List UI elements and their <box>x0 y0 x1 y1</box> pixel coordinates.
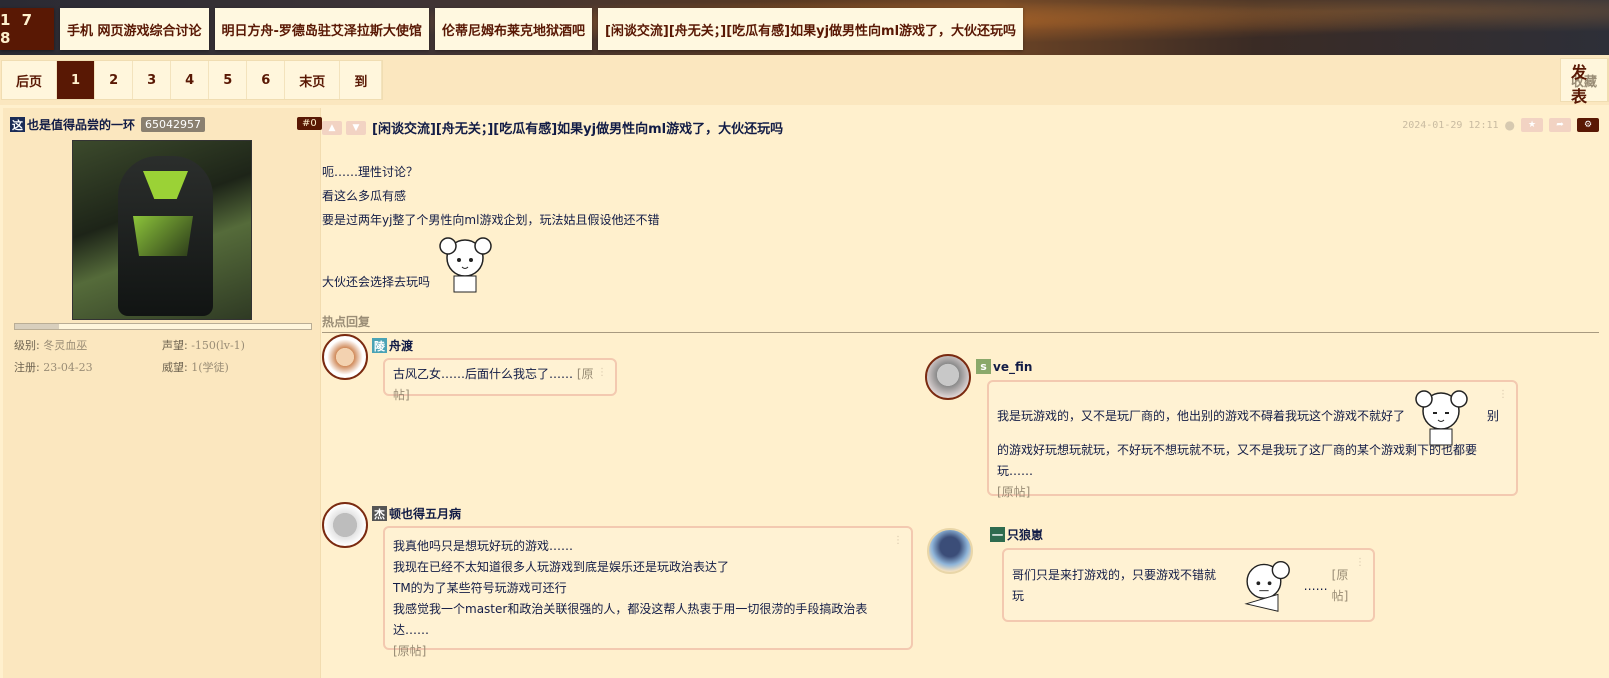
reply-author[interactable]: 杰 顿也得五月病 <box>372 505 461 522</box>
breadcrumb-item[interactable]: [闲谈交流][舟无关；][吃瓜有感]如果yj做男性向ml游戏了，大伙还玩吗 <box>597 8 1024 50</box>
page-button-4[interactable]: 4 <box>171 61 210 99</box>
fame-label: 声望: <box>162 339 188 352</box>
reply-text: 哥们只是来打游戏的，只要游戏不错就玩 <box>1012 568 1217 603</box>
reply-author[interactable]: 陵 舟渡 <box>372 337 413 354</box>
thumbs-down-icon[interactable]: ▼ <box>346 120 366 135</box>
author-line: 这 也是值得品尝的一环 65042957 <box>10 116 206 133</box>
more-options-icon[interactable]: ⋮ <box>1355 552 1365 573</box>
level-value: 冬灵血巫 <box>43 339 88 352</box>
fame-value: -150(lv-1) <box>191 339 245 352</box>
breadcrumb: 1 7 8 手机 网页游戏综合讨论 明日方舟-罗德岛驻艾泽拉斯大使馆 伦蒂尼姆布… <box>0 8 1024 50</box>
reply-text: 我感觉我一个master和政治关联很强的人，都没这帮人热衷于用一切很涝的手段搞政… <box>393 602 868 637</box>
goto-page-button[interactable]: 到 <box>340 61 383 99</box>
thumbs-up-icon[interactable]: ▲ <box>322 120 342 135</box>
author-stats: 级别: 冬灵血巫 声望: -150(lv-1) 注册: 23-04-23 威望:… <box>14 334 314 378</box>
pager-bar: 后页 1 2 3 4 5 6 末页 到 收藏 发表回复 <box>0 55 1609 154</box>
share-icon[interactable]: ➦ <box>1549 118 1571 132</box>
android-icon: ● <box>1504 118 1515 132</box>
topic-actions: 收藏 发表回复 <box>1559 58 1609 154</box>
avatar[interactable] <box>927 528 973 574</box>
page-button-5[interactable]: 5 <box>209 61 248 99</box>
author-badge: 这 <box>10 117 25 132</box>
avatar[interactable] <box>72 140 252 320</box>
sticker-icon <box>1228 557 1300 615</box>
reply-author-name: 舟渡 <box>389 339 414 353</box>
reg-value: 23-04-23 <box>43 361 93 374</box>
reply-text: 我是玩游戏的，又不是玩厂商的，他出别的游戏不碍着我玩这个游戏不就好了 <box>997 408 1406 423</box>
post-title: [闲谈交流][舟无关；][吃瓜有感]如果yj做男性向ml游戏了，大伙还玩吗 <box>372 122 784 137</box>
level-progress-bar <box>14 323 312 330</box>
page-button-6[interactable]: 6 <box>247 61 286 99</box>
reply-author-badge: 杰 <box>372 506 387 521</box>
reply-author-name: 只狼崽 <box>1007 528 1044 542</box>
avatar-chest <box>133 216 193 256</box>
post-line: 大伙还会选择去玩吗 <box>322 275 431 289</box>
title-row: ▲ ▼ [闲谈交流][舟无关；][吃瓜有感]如果yj做男性向ml游戏了，大伙还玩… <box>322 118 783 137</box>
reply-author[interactable]: s ve_fin <box>976 359 1032 374</box>
main-post: 这 也是值得品尝的一环 65042957 #0 级别: 冬灵血巫 声望: -15… <box>0 108 1609 678</box>
avatar[interactable] <box>322 502 368 548</box>
reply-author-badge: s <box>976 359 991 374</box>
avatar[interactable] <box>322 334 368 380</box>
level-label: 级别: <box>14 339 40 352</box>
prev-page-button[interactable]: 后页 <box>2 61 58 99</box>
level-progress-fill <box>15 324 60 329</box>
reply-text: 别 <box>1487 408 1500 423</box>
reply-author-badge: 一 <box>990 527 1005 542</box>
reply-text: 我现在已经不太知道很多人玩游戏到底是娱乐还是玩政治表达了 <box>393 560 730 574</box>
post-line: 呃……理性讨论？ <box>322 165 419 179</box>
reply-bubble: 古风乙女……后面什么我忘了…… [原帖] ⋮ <box>383 358 617 402</box>
reply-author-badge: 陵 <box>372 338 387 353</box>
original-post-link[interactable]: [原帖] <box>997 482 1508 503</box>
page-button-2[interactable]: 2 <box>95 61 134 99</box>
reply-bubble: 我是玩游戏的，又不是玩厂商的，他出别的游戏不碍着我玩这个游戏不就好了 别 的游戏… <box>987 380 1518 499</box>
reply-author-name: 顿也得五月病 <box>389 507 462 521</box>
gear-icon[interactable]: ⚙ <box>1577 118 1599 132</box>
post-date: 2024-01-29 12:11 <box>1402 119 1499 131</box>
post-line: 看这么多瓜有感 <box>322 189 407 203</box>
reply-bubble: 哥们只是来打游戏的，只要游戏不错就玩 …… [原帖] ⋮ <box>1002 548 1375 622</box>
reply-text: TM的为了某些符号玩游戏可还行 <box>393 581 567 595</box>
reply-text: 我真他吗只是想玩好玩的游戏…… <box>393 539 574 553</box>
pagination: 后页 1 2 3 4 5 6 末页 到 <box>1 60 384 100</box>
post-meta: 2024-01-29 12:11 ● ★ ➦ ⚙ <box>1402 118 1599 132</box>
breadcrumb-item[interactable]: 手机 网页游戏综合讨论 <box>60 8 209 50</box>
reply-author[interactable]: 一 只狼崽 <box>990 526 1043 543</box>
page-button-1[interactable]: 1 <box>57 61 96 99</box>
sticker-icon <box>430 232 500 294</box>
hot-replies-heading: 热点回复 <box>322 313 1599 333</box>
avatar[interactable] <box>925 354 971 400</box>
breadcrumb-item[interactable]: 伦蒂尼姆布莱克地狱酒吧 <box>434 8 592 50</box>
reply-text: 古风乙女……后面什么我忘了…… <box>393 367 574 381</box>
last-page-button[interactable]: 末页 <box>285 61 341 99</box>
home-logo-button[interactable]: 1 7 8 <box>0 8 54 50</box>
reply-author-name: ve_fin <box>993 359 1033 374</box>
sticker-icon <box>1405 385 1477 447</box>
floor-number[interactable]: #0 <box>297 117 322 130</box>
prestige-value: 1(学徒) <box>191 361 229 374</box>
post-body: 呃……理性讨论？ 看这么多瓜有感 要是过两年yj整了个男性向ml游戏企划，玩法姑… <box>322 160 659 294</box>
reg-label: 注册: <box>14 361 40 374</box>
author-panel: 这 也是值得品尝的一环 65042957 #0 级别: 冬灵血巫 声望: -15… <box>3 108 322 678</box>
page-button-3[interactable]: 3 <box>133 61 172 99</box>
post-line: 要是过两年yj整了个男性向ml游戏企划，玩法姑且假设他还不错 <box>322 213 660 227</box>
prestige-label: 威望: <box>162 361 188 374</box>
more-options-icon[interactable]: ⋮ <box>597 362 607 383</box>
more-options-icon[interactable]: ⋮ <box>893 530 903 551</box>
original-post-link[interactable]: [原帖] <box>393 641 903 662</box>
author-name[interactable]: 也是值得品尝的一环 <box>27 116 135 133</box>
breadcrumb-item[interactable]: 明日方舟-罗德岛驻艾泽拉斯大使馆 <box>214 8 429 50</box>
more-options-icon[interactable]: ⋮ <box>1498 384 1508 405</box>
star-icon[interactable]: ★ <box>1521 118 1543 132</box>
reply-bubble: 我真他吗只是想玩好玩的游戏…… 我现在已经不太知道很多人玩游戏到底是娱乐还是玩政… <box>383 526 913 658</box>
post-content: ▲ ▼ [闲谈交流][舟无关；][吃瓜有感]如果yj做男性向ml游戏了，大伙还玩… <box>322 108 1609 678</box>
author-uid[interactable]: 65042957 <box>141 117 206 132</box>
reply-text: …… <box>1303 578 1328 593</box>
